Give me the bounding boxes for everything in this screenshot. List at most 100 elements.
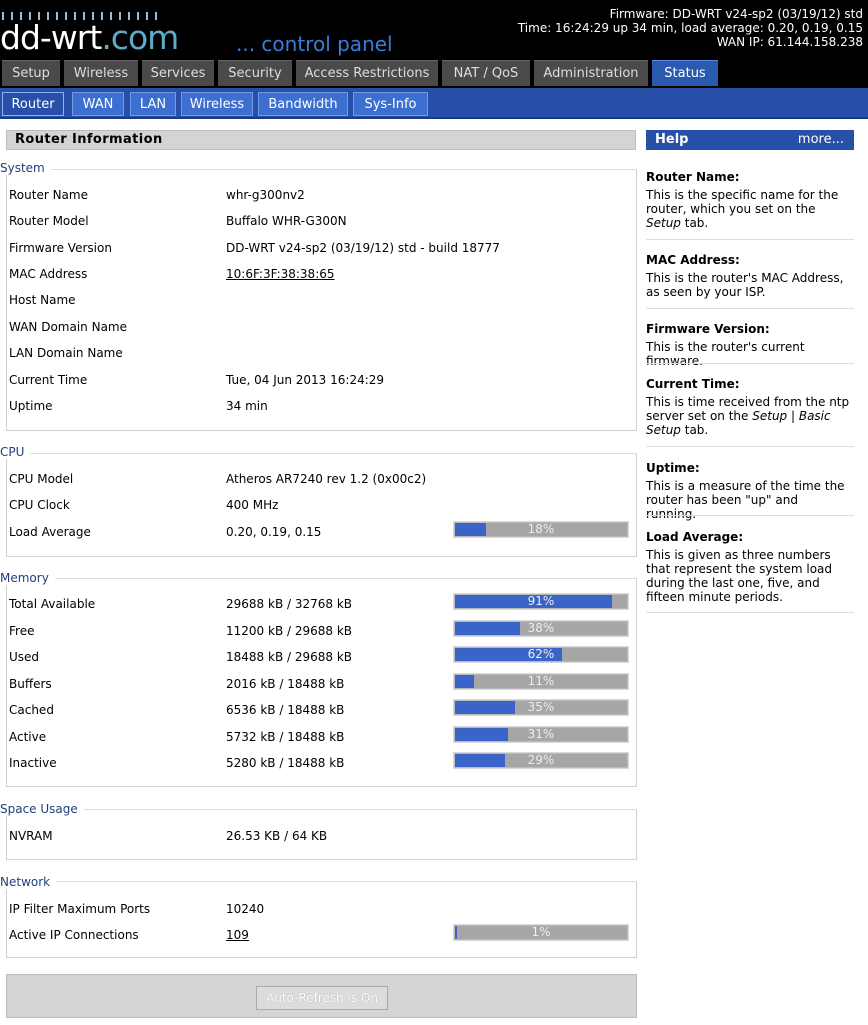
help-section-title: Uptime: <box>646 461 700 475</box>
help-section-text: This is the specific name for the router… <box>646 188 854 230</box>
row-value: Tue, 04 Jun 2013 16:24:29 <box>226 373 385 387</box>
row-label: LAN Domain Name <box>9 346 123 360</box>
row-value: DD-WRT v24-sp2 (03/19/12) std - build 18… <box>226 241 500 255</box>
usage-bar: 31% <box>453 726 629 743</box>
auto-refresh-button[interactable]: Auto-Refresh is On <box>256 986 388 1010</box>
help-section-title: Load Average: <box>646 530 744 544</box>
row-value: Atheros AR7240 rev 1.2 (0x00c2) <box>226 472 427 486</box>
row-label: Router Model <box>9 214 89 228</box>
load-average-bar: 18% <box>453 521 629 538</box>
wan-ip-info: WAN IP: 61.144.158.238 <box>716 35 863 49</box>
row-value: 0.20, 0.19, 0.15 <box>226 525 322 539</box>
row-label: Active IP Connections <box>9 928 139 942</box>
logo-main: dd-wrt <box>0 18 102 57</box>
row-label: Cached <box>9 703 54 717</box>
space-usage-legend: Space Usage <box>0 802 84 816</box>
row-value: 34 min <box>226 399 268 413</box>
help-section-title: Firmware Version: <box>646 322 770 336</box>
row-value: 10240 <box>226 902 265 916</box>
usage-bar: 35% <box>453 699 629 716</box>
tab-nat-qos[interactable]: NAT / QoS <box>442 60 530 86</box>
bar-percent: 29% <box>527 753 555 767</box>
cpu-legend: CPU <box>0 445 31 459</box>
button-bar: Auto-Refresh is On <box>6 974 637 1018</box>
help-header: Help more... <box>646 130 854 150</box>
tab-security[interactable]: Security <box>218 60 292 86</box>
help-section: MAC Address: This is the router's MAC Add… <box>646 253 854 299</box>
row-value: 6536 kB / 18488 kB <box>226 703 345 717</box>
help-section-text: This is the router's MAC Address, as see… <box>646 271 854 299</box>
row-value: 400 MHz <box>226 498 279 512</box>
logo-suffix: .com <box>101 18 179 57</box>
page-title: Router Information <box>6 130 636 150</box>
tab-services[interactable]: Services <box>142 60 214 86</box>
row-label: Total Available <box>9 597 96 611</box>
help-divider <box>646 515 854 516</box>
row-label: Host Name <box>9 293 76 307</box>
usage-bar: 29% <box>453 752 629 769</box>
bar-percent: 31% <box>527 727 555 741</box>
usage-bar: 11% <box>453 673 629 690</box>
subtab-router[interactable]: Router <box>2 92 64 116</box>
subtab-wireless[interactable]: Wireless <box>181 92 253 116</box>
bar-percent: 91% <box>527 594 555 608</box>
help-more-link[interactable]: more... <box>798 130 844 150</box>
connections-bar: 1% <box>453 924 629 941</box>
usage-bar: 91% <box>453 593 629 610</box>
help-text: tab. <box>680 423 709 437</box>
time-info: Time: 16:24:29 up 34 min, load average: … <box>517 21 863 35</box>
help-text: This is the specific name for the router… <box>646 188 839 216</box>
row-value: 11200 kB / 29688 kB <box>226 624 353 638</box>
subtab-sys-info[interactable]: Sys-Info <box>353 92 428 116</box>
help-divider <box>646 308 854 309</box>
row-value: whr-g300nv2 <box>226 188 305 202</box>
tab-administration[interactable]: Administration <box>534 60 648 86</box>
row-label: Router Name <box>9 188 88 202</box>
tab-setup[interactable]: Setup <box>2 60 60 86</box>
usage-bar: 62% <box>453 646 629 663</box>
cpu-fieldset <box>6 453 637 557</box>
row-label: Uptime <box>9 399 53 413</box>
help-section-title: Current Time: <box>646 377 740 391</box>
help-section: Uptime: This is a measure of the time the… <box>646 461 854 521</box>
row-label: MAC Address <box>9 267 88 281</box>
row-label: Buffers <box>9 677 52 691</box>
main-tabs: Setup Wireless Services Security Access … <box>0 60 868 86</box>
header: dd-wrt.com ... control panel Firmware: D… <box>0 0 868 90</box>
memory-legend: Memory <box>0 571 55 585</box>
active-connections-link[interactable]: 109 <box>226 928 249 942</box>
help-text: This is the router's MAC Address, as see… <box>646 271 844 299</box>
header-info: Firmware: DD-WRT v24-sp2 (03/19/12) std … <box>518 7 863 49</box>
bar-percent: 1% <box>531 925 551 939</box>
row-label: CPU Clock <box>9 498 70 512</box>
help-text: tab. <box>680 216 709 230</box>
sub-tabs: Router WAN LAN Wireless Bandwidth Sys-In… <box>0 88 868 119</box>
row-label: Active <box>9 730 47 744</box>
row-value: 29688 kB / 32768 kB <box>226 597 353 611</box>
row-value: 5732 kB / 18488 kB <box>226 730 345 744</box>
mac-address-link[interactable]: 10:6F:3F:38:38:65 <box>226 267 335 281</box>
row-label: Current Time <box>9 373 88 387</box>
help-text: This is given as three numbers that repr… <box>646 548 833 604</box>
help-divider <box>646 446 854 447</box>
row-label: CPU Model <box>9 472 74 486</box>
row-value: Buffalo WHR-G300N <box>226 214 347 228</box>
subtab-wan[interactable]: WAN <box>72 92 124 116</box>
help-emphasis: Setup <box>646 216 681 230</box>
subtab-bandwidth[interactable]: Bandwidth <box>258 92 348 116</box>
subtab-lan[interactable]: LAN <box>130 92 176 116</box>
help-divider <box>646 363 854 364</box>
bar-percent: 62% <box>527 647 555 661</box>
row-value: 2016 kB / 18488 kB <box>226 677 345 691</box>
tab-access-restrictions[interactable]: Access Restrictions <box>296 60 438 86</box>
network-legend: Network <box>0 875 57 889</box>
row-value: 5280 kB / 18488 kB <box>226 756 345 770</box>
row-label: Firmware Version <box>9 241 112 255</box>
system-fieldset <box>6 169 637 431</box>
tab-wireless[interactable]: Wireless <box>64 60 138 86</box>
system-legend: System <box>0 161 51 175</box>
bar-percent: 35% <box>527 700 555 714</box>
firmware-info: Firmware: DD-WRT v24-sp2 (03/19/12) std <box>609 7 863 21</box>
bar-percent: 11% <box>527 674 555 688</box>
tab-status[interactable]: Status <box>652 60 718 86</box>
